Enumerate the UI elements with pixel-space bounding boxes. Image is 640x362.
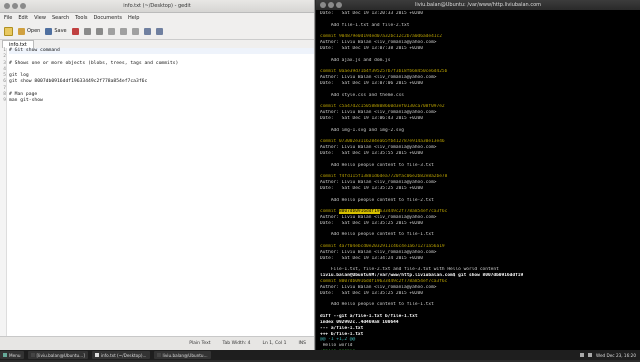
new-file-icon[interactable] (4, 26, 13, 36)
gedit-statusbar: Plain Text Tab Width: 4 Ln 1, Col 1 INS (0, 336, 314, 350)
taskbar-item-terminal-2[interactable]: liviu.balan@Ubuntu... (153, 351, 211, 359)
search-icon[interactable] (143, 27, 151, 35)
taskbar-item-terminal-1[interactable]: [liviu.balan@Ubuntu...] (27, 351, 88, 359)
open-button[interactable]: Open (18, 27, 41, 35)
taskbar-item-label: info.txt (~/Desktop)... (100, 352, 147, 358)
system-tray: Wed Dec 23, 16:20 (580, 353, 640, 358)
taskbar-item-label: liviu.balan@Ubuntu... (162, 352, 208, 358)
menu-documents[interactable]: Documents (93, 13, 122, 23)
terminal-title: liviu.balan@Ubuntu: /var/www/http.liviub… (415, 2, 541, 8)
gedit-titlebar[interactable]: info.txt (~/Desktop) - gedit (0, 0, 314, 13)
save-icon (45, 27, 53, 35)
syntax-mode-select[interactable]: Plain Text (189, 341, 210, 346)
menu-view[interactable]: View (34, 13, 46, 23)
code-area[interactable]: # Git show command # Shows one or more o… (7, 48, 314, 336)
save-label: Save (54, 28, 67, 34)
undo-icon[interactable] (83, 27, 91, 35)
window-controls (320, 2, 342, 8)
paste-icon[interactable] (131, 27, 139, 35)
folder-icon (18, 27, 25, 35)
copy-icon[interactable] (119, 27, 127, 35)
line-number-gutter: 1 2 3 4 5 6 7 8 9 (0, 48, 7, 336)
gedit-editor[interactable]: 1 2 3 4 5 6 7 8 9 # Git show command # S… (0, 48, 314, 336)
menu-search[interactable]: Search (52, 13, 69, 23)
maximize-icon[interactable] (336, 2, 342, 8)
redo-icon[interactable] (95, 27, 103, 35)
taskbar-menu-button[interactable]: Menu (0, 351, 24, 359)
save-button[interactable]: Save (45, 27, 67, 35)
cut-icon[interactable] (107, 27, 115, 35)
gedit-title: info.txt (~/Desktop) - gedit (123, 3, 191, 9)
highlighted-hash: 8007db0916ddf19 (338, 209, 380, 215)
menu-icon (3, 353, 7, 357)
gedit-window: info.txt (~/Desktop) - gedit File Edit V… (0, 0, 315, 350)
menu-file[interactable]: File (4, 13, 12, 23)
terminal-icon (156, 353, 161, 357)
line-number: 9 (3, 98, 6, 104)
insert-mode: INS (298, 341, 306, 346)
menu-edit[interactable]: Edit (18, 13, 28, 23)
taskbar-item-label: [liviu.balan@Ubuntu...] (36, 352, 85, 358)
print-icon[interactable] (71, 27, 79, 35)
replace-icon[interactable] (155, 27, 163, 35)
open-label: Open (27, 28, 41, 34)
volume-icon[interactable] (588, 353, 593, 357)
menu-help[interactable]: Help (128, 13, 139, 23)
cursor-position: Ln 1, Col 1 (262, 341, 287, 346)
taskbar: Menu [liviu.balan@Ubuntu...] info.txt (~… (0, 350, 640, 360)
taskbar-item-gedit[interactable]: info.txt (~/Desktop)... (91, 351, 150, 359)
terminal-output[interactable]: Date: Sat Dec 19 13:20:33 2015 +0200 Add… (316, 10, 640, 362)
terminal-icon (30, 353, 35, 357)
network-icon[interactable] (580, 353, 585, 357)
taskbar-item-label: Menu (9, 352, 21, 358)
minimize-icon[interactable] (12, 3, 18, 9)
terminal-titlebar[interactable]: liviu.balan@Ubuntu: /var/www/http.liviub… (316, 0, 640, 10)
tab-width-select[interactable]: Tab Width: 4 (223, 341, 251, 346)
terminal-window[interactable]: liviu.balan@Ubuntu: /var/www/http.liviub… (316, 0, 640, 360)
minimize-icon[interactable] (328, 2, 334, 8)
clock[interactable]: Wed Dec 23, 16:20 (596, 353, 636, 358)
code-line[interactable]: man git-show (9, 98, 314, 104)
maximize-icon[interactable] (20, 3, 26, 9)
menu-tools[interactable]: Tools (75, 13, 87, 23)
gedit-toolbar: Open Save (0, 23, 314, 40)
window-controls (4, 3, 26, 9)
text-editor-icon (94, 353, 99, 357)
close-icon[interactable] (320, 2, 326, 8)
close-icon[interactable] (4, 3, 10, 9)
gedit-menubar: File Edit View Search Tools Documents He… (0, 13, 314, 23)
